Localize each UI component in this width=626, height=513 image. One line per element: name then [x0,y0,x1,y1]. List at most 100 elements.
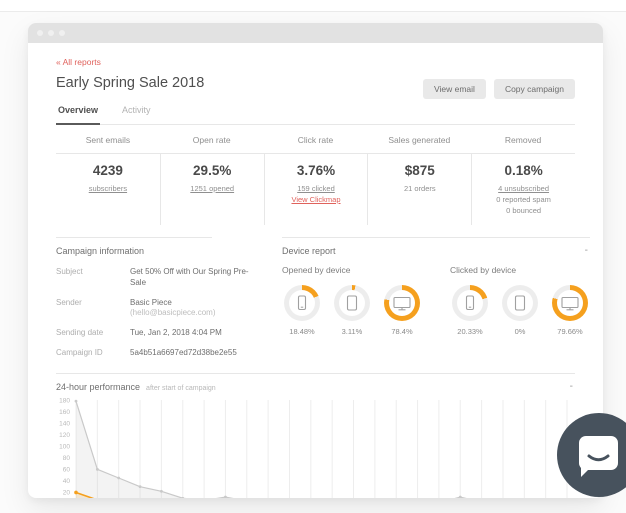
stat-sublinks: 159 clicked View Clickmap [269,184,364,204]
tablet-donut: 0% [500,285,540,336]
campaign-info-row: Campaign ID 5a4b51a6697ed72d38be2e55 [56,348,264,359]
stat-cell: 29.5% 1251 opened [159,154,264,225]
svg-text:100: 100 [59,443,70,450]
svg-text:180: 180 [59,397,70,404]
copy-campaign-button[interactable]: Copy campaign [493,79,575,99]
info-value-text: 5a4b51a6697ed72d38be2e55 [130,347,237,357]
stat-link[interactable]: View Clickmap [291,195,340,204]
info-value-text: Get 50% Off with Our Spring Pre-Sale [130,267,249,287]
stat-label: Sent emails [85,135,131,145]
stat-sublinks: 4 unsubscribed 0 reported spam 0 bounced [476,184,571,215]
tablet-donut: 3.11% [332,285,372,336]
header-buttons: View email Copy campaign [422,79,575,99]
svg-text:20: 20 [63,490,71,497]
stats-labels-row: Sent emails Open rate Click rate Sales gene… [56,127,575,153]
campaign-information-section: Campaign information Subject Get 50% Off … [56,237,264,359]
donut-percentage: 0% [514,327,526,336]
info-value: Basic Piece (hello@basicpiece.com) [130,298,264,320]
donut-row: 18.48% 3.11% 78.4% [282,285,422,336]
stat-subtext: 21 orders [403,184,436,193]
stats-values-row: 4239 subscribers 29.5% 1251 opened 3.76% 159 … [56,153,575,225]
stat-sublinks: subscribers [60,184,156,193]
window-dot [59,30,65,36]
svg-text:40: 40 [63,478,71,485]
desktop-donut: 79.66% [550,285,590,336]
desktop-icon [389,290,415,316]
info-value-text: Tue, Jan 2, 2018 4:04 PM [130,328,222,338]
window-dot [48,30,54,36]
stat-value: 3.76% [296,163,336,178]
stat-link[interactable]: subscribers [89,184,127,193]
desktop-donut: 78.4% [382,285,422,336]
card-content: « All reports Early Spring Sale 2018 Vie… [28,43,603,498]
info-value: Get 50% Off with Our Spring Pre-Sale [130,267,264,289]
performance-subtitle: after start of campaign [146,384,216,392]
phone-icon [289,290,315,316]
tablet-icon [339,290,365,316]
performance-header: 24-hour performance after start of campa… [56,372,575,392]
section-title: 24-hour performance [56,381,141,392]
all-reports-back-link[interactable]: « All reports [56,57,101,67]
stat-label: Removed [504,135,542,145]
tab-activity[interactable]: Activity [120,101,153,124]
stat-link[interactable]: 4 unsubscribed [498,184,549,193]
collapse-section-button[interactable]: - [583,246,590,256]
stat-cell: 0.18% 4 unsubscribed 0 reported spam 0 boun… [471,154,575,225]
device-group: Clicked by device 20.33% 0% 79.66% [450,265,590,336]
performance-title-wrap: 24-hour performance after start of campa… [56,382,216,392]
stat-label: Sales generated [388,135,451,145]
device-groups: Opened by device 18.48% 3.11% 78.4% Clicked … [282,265,590,336]
svg-text:140: 140 [59,420,70,427]
campaign-info-rows: Subject Get 50% Off with Our Spring Pre-S… [56,267,264,359]
campaign-info-row: Sending date Tue, Jan 2, 2018 4:04 PM [56,328,264,339]
tab-bar: Overview Activity [56,101,575,125]
info-value: Tue, Jan 2, 2018 4:04 PM [130,328,264,339]
stat-cell: 3.76% 159 clicked View Clickmap [263,154,368,225]
svg-text:60: 60 [63,466,71,473]
donut-percentage: 20.33% [457,327,483,336]
device-group: Opened by device 18.48% 3.11% 78.4% [282,265,422,336]
stat-value: 4239 [92,163,123,178]
report-header: « All reports Early Spring Sale 2018 Vie… [56,43,575,99]
svg-text:160: 160 [59,409,70,416]
stat-value: 0.18% [504,163,543,178]
view-email-button[interactable]: View email [422,79,486,99]
donut-percentage: 78.4% [391,327,413,336]
info-value-subtext: (hello@basicpiece.com) [130,308,216,318]
stat-value: 29.5% [193,163,232,178]
stat-link[interactable]: 1251 opened [190,184,234,193]
stats-summary: Sent emails Open rate Click rate Sales gene… [56,127,575,225]
stat-subtext: 0 reported spam [496,195,551,204]
donut-percentage: 79.66% [557,327,583,336]
donut-ring [384,285,420,321]
device-report-header: Device report - [282,237,590,256]
donut-ring [452,285,488,321]
stat-cell: $875 21 orders [367,154,471,225]
tablet-icon [507,290,533,316]
desktop-icon [557,290,583,316]
donut-ring [552,285,588,321]
info-value-text: Basic Piece [130,297,172,307]
phone-icon [457,290,483,316]
svg-text:120: 120 [59,432,70,439]
stat-link[interactable]: 159 clicked [297,184,335,193]
donut-ring [284,285,320,321]
collapse-section-button[interactable]: - [568,381,575,392]
donut-ring [334,285,370,321]
window-titlebar [28,23,603,43]
tab-overview[interactable]: Overview [56,101,101,125]
info-value: 5a4b51a6697ed72d38be2e55 [130,348,264,359]
device-group-title: Opened by device [282,265,351,275]
stat-subtext: 0 bounced [506,206,542,215]
info-device-columns: Campaign information Subject Get 50% Off … [56,237,590,359]
donut-percentage: 18.48% [289,327,315,336]
performance-section: 24-hour performance after start of campa… [56,372,575,498]
performance-chart: 0204060801001201401601804PM5PM6PM7PM8PM9… [59,397,568,498]
stat-label: Click rate [297,135,334,145]
device-report-section: Device report - Opened by device 18.48% 3.… [282,237,590,359]
donut-percentage: 3.11% [341,327,363,336]
info-label: Sender [56,297,82,307]
svg-text:80: 80 [63,455,71,462]
stat-cell: 4239 subscribers [56,154,160,225]
section-title: Device report [282,246,336,256]
